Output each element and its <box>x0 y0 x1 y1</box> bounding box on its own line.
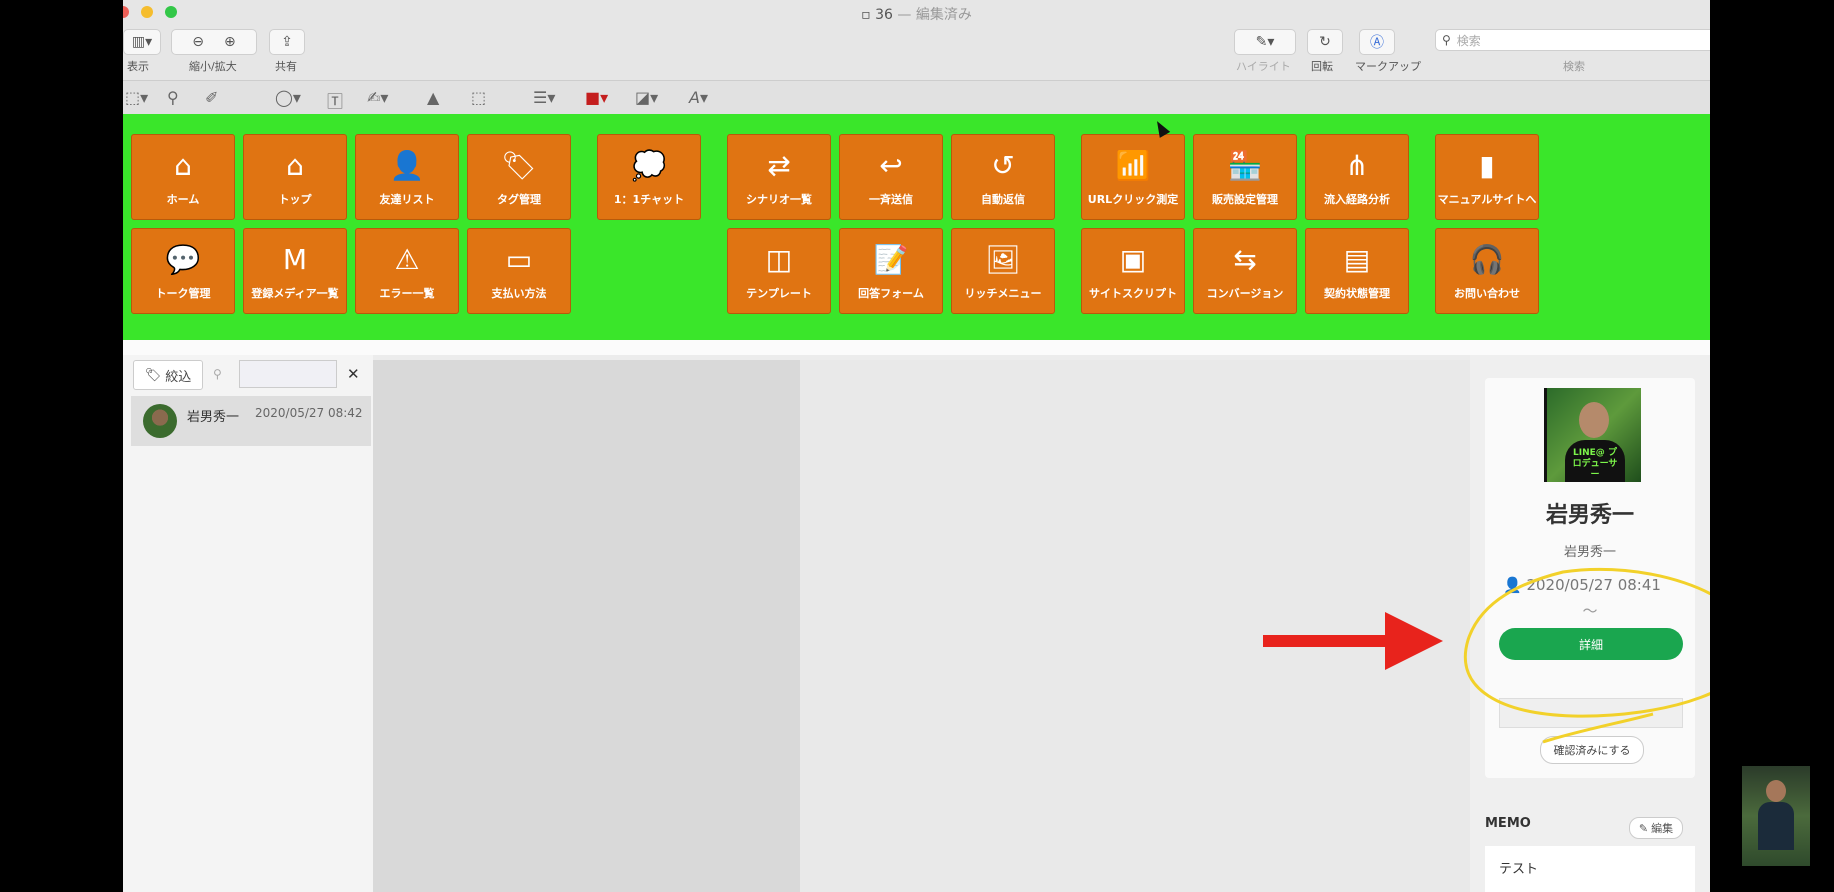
presenter-body <box>1758 802 1794 850</box>
annotation-arrow-head <box>1385 612 1443 670</box>
annotation-arrow-shaft <box>1263 635 1385 647</box>
presenter-video <box>1742 766 1810 866</box>
annotation-overlay <box>1263 567 1710 744</box>
annotation-circle <box>1463 567 1710 718</box>
annotation-stroke <box>1542 712 1654 744</box>
screen: ▫ 36 — 編集済み ▥▾ 表示 ⊖ ⊕ 縮小/拡大 ⇪ 共有 ✎▾ ハイライ… <box>123 0 1710 892</box>
presenter-head <box>1766 780 1786 802</box>
